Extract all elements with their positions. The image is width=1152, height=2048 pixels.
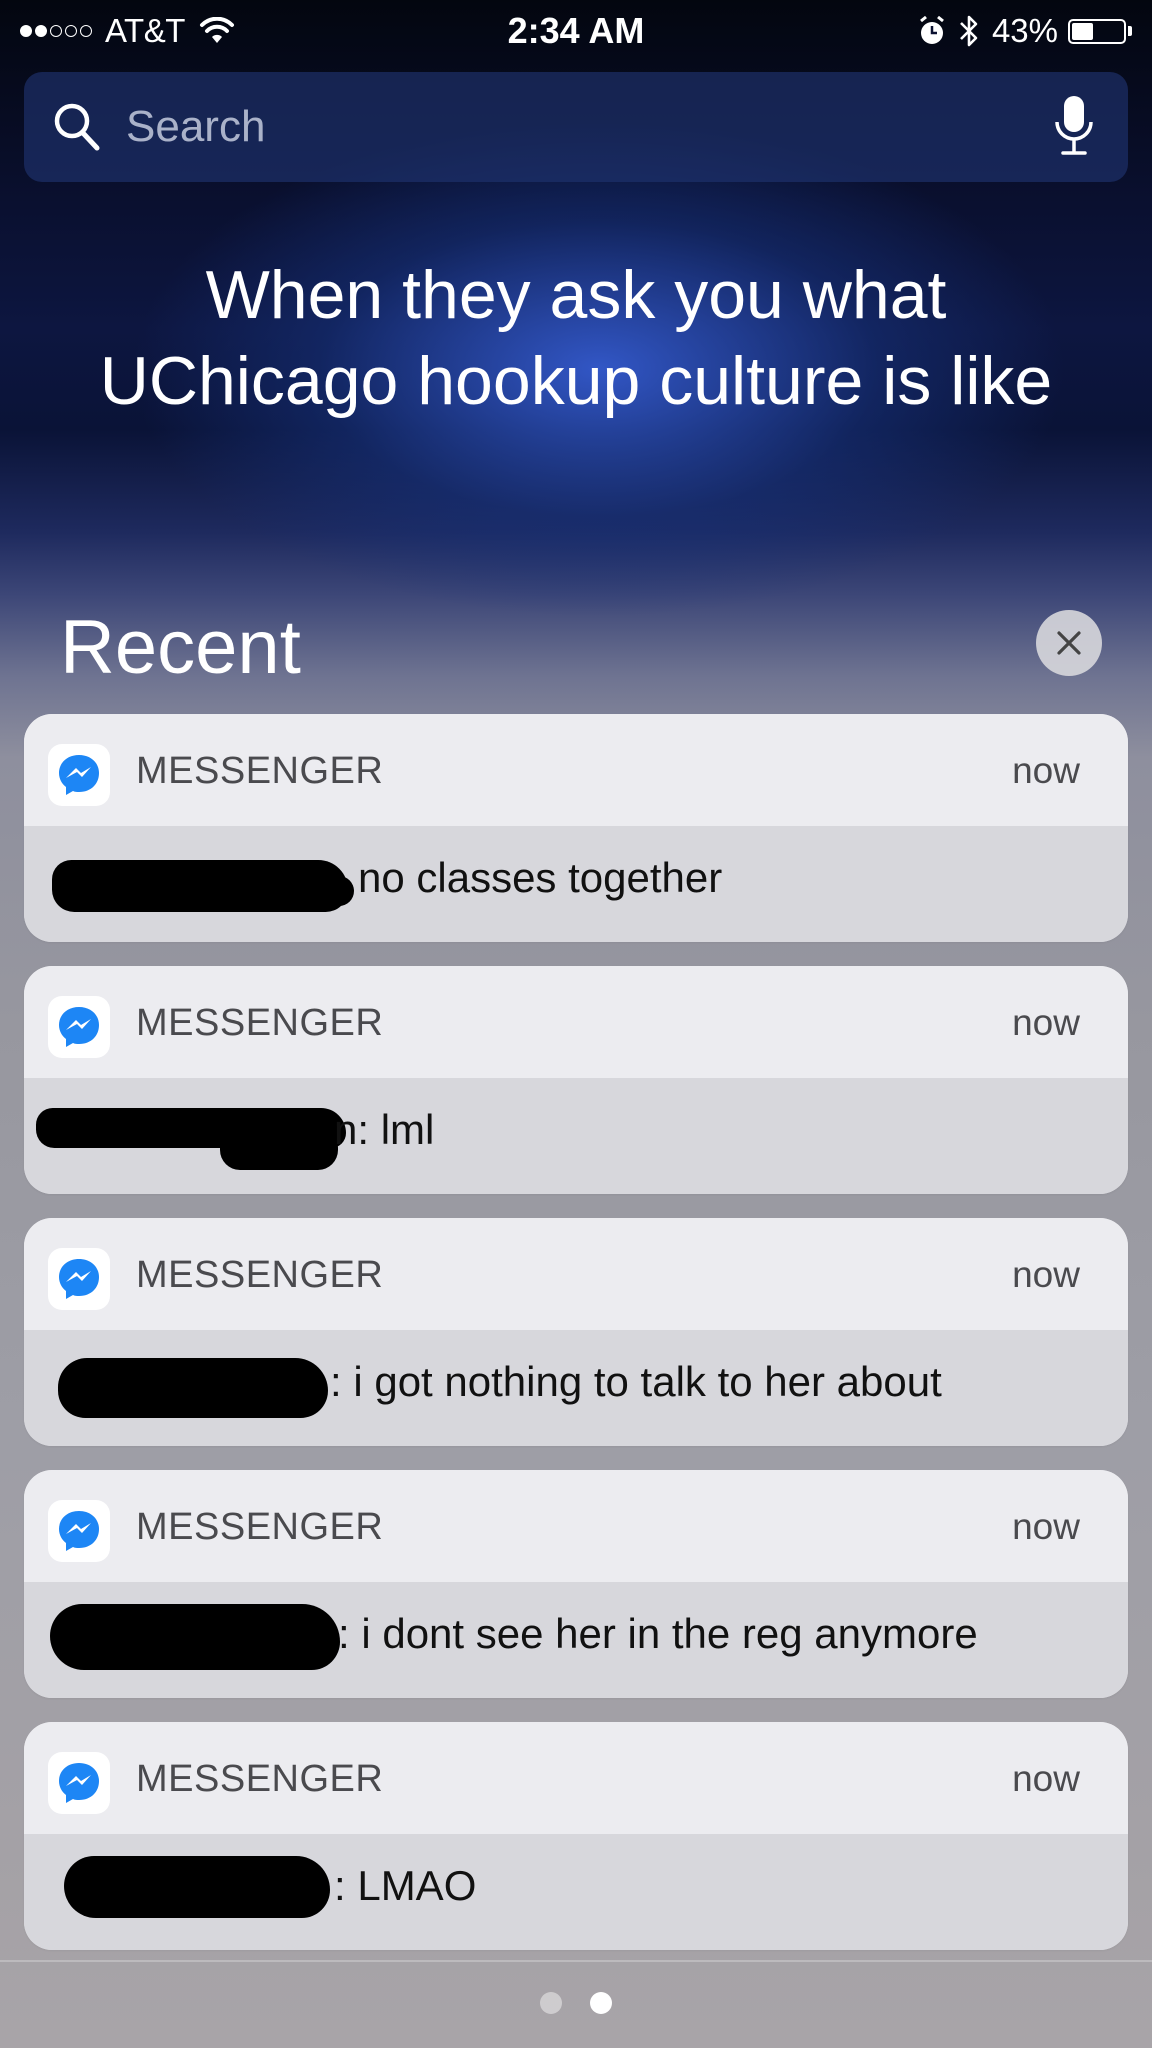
redaction-mark (52, 860, 348, 912)
search-bar[interactable] (24, 72, 1128, 182)
app-name: MESSENGER (136, 1758, 384, 1800)
app-name: MESSENGER (136, 1254, 384, 1296)
status-right: 43% (918, 12, 1132, 50)
app-name: MESSENGER (136, 1506, 384, 1548)
caption-line-2: UChicago hookup culture is like (99, 343, 1053, 419)
search-input[interactable] (124, 101, 1008, 153)
page-indicator[interactable] (0, 1992, 1152, 2014)
battery-percentage: 43% (991, 12, 1058, 49)
notification-card[interactable]: MESSENGER now : i got nothing to talk to… (24, 1218, 1128, 1446)
alarm-icon (918, 16, 946, 46)
redaction-mark (50, 1604, 340, 1670)
notification-time: now (1012, 1002, 1080, 1043)
notification-card[interactable]: MESSENGER now no classes together (24, 714, 1128, 942)
status-bar: AT&T 2:34 AM 43% (0, 0, 1152, 62)
messenger-icon (48, 1500, 110, 1562)
app-name: MESSENGER (136, 1002, 384, 1044)
notification-message: : LMAO (334, 1862, 477, 1909)
bluetooth-icon (958, 14, 980, 48)
close-icon (1057, 631, 1081, 655)
notification-body: : i got nothing to talk to her about (24, 1330, 1128, 1446)
notification-body: : LMAO (24, 1834, 1128, 1950)
battery-tip (1128, 26, 1132, 36)
notification-header: MESSENGER now (24, 966, 1128, 1078)
notification-time: now (1012, 1254, 1080, 1295)
messenger-icon (48, 744, 110, 806)
page-dot[interactable] (540, 1992, 562, 2014)
notification-card[interactable]: MESSENGER now : LMAO (24, 1722, 1128, 1950)
caption-text: When they ask you what UChicago hookup c… (0, 252, 1152, 424)
battery-icon (1068, 18, 1126, 44)
notification-header: MESSENGER now (24, 1470, 1128, 1582)
clear-notifications-button[interactable] (1036, 610, 1102, 676)
messenger-icon (48, 1248, 110, 1310)
caption-line-1: When they ask you what (205, 257, 947, 333)
notification-header: MESSENGER now (24, 1722, 1128, 1834)
notification-body: : i dont see her in the reg anymore (24, 1582, 1128, 1698)
notification-header: MESSENGER now (24, 1218, 1128, 1330)
messenger-icon (48, 996, 110, 1058)
search-icon (52, 101, 102, 153)
app-name: MESSENGER (136, 750, 384, 792)
notification-message: : i dont see her in the reg anymore (338, 1610, 978, 1657)
notification-time: now (1012, 1506, 1080, 1547)
notification-message: no classes together (358, 854, 723, 901)
notification-body: no classes together (24, 826, 1128, 942)
notification-time: now (1012, 750, 1080, 791)
notification-card[interactable]: MESSENGER now : i dont see her in the re… (24, 1470, 1128, 1698)
recent-heading: Recent (60, 605, 301, 690)
dock-divider (0, 1960, 1152, 1962)
page-dot-active[interactable] (590, 1992, 612, 2014)
redaction-mark (324, 876, 354, 906)
notification-time: now (1012, 1758, 1080, 1799)
redaction-mark (220, 1128, 338, 1170)
notification-header: MESSENGER now (24, 714, 1128, 826)
notification-message: n: lml (334, 1106, 435, 1153)
redaction-mark (58, 1358, 328, 1418)
battery-level (1072, 22, 1093, 40)
notification-body: n: lml (24, 1078, 1128, 1194)
notification-message: : i got nothing to talk to her about (330, 1358, 942, 1405)
notification-card[interactable]: MESSENGER now n: lml (24, 966, 1128, 1194)
redaction-mark (64, 1856, 330, 1918)
messenger-icon (48, 1752, 110, 1814)
microphone-icon[interactable] (1054, 94, 1094, 160)
